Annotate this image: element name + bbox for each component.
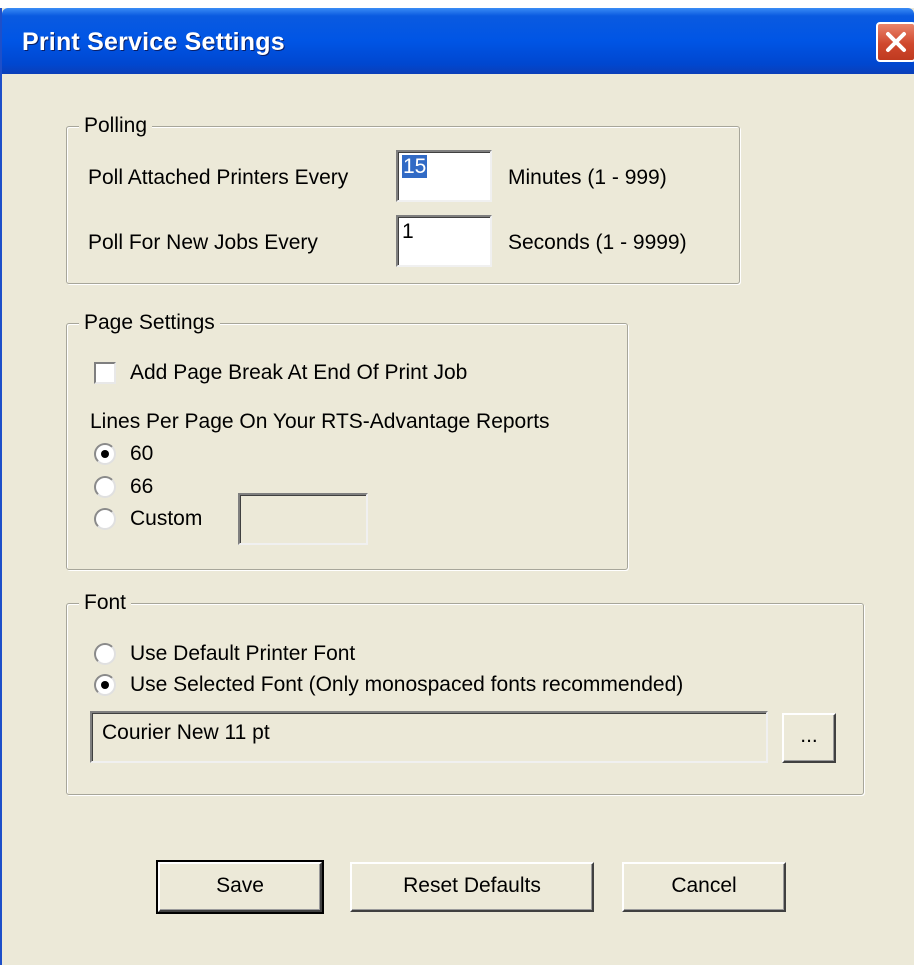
radio-66-label[interactable]: 66	[130, 474, 153, 500]
custom-lines-input[interactable]	[238, 493, 368, 545]
poll-jobs-units: Seconds (1 - 9999)	[508, 231, 687, 254]
poll-printers-input[interactable]: 15	[396, 150, 492, 202]
radio-selected-dot	[101, 450, 109, 458]
save-button-label: Save	[216, 874, 264, 897]
poll-printers-units: Minutes (1 - 999)	[508, 166, 667, 189]
selected-font-label[interactable]: Use Selected Font (Only monospaced fonts…	[130, 672, 683, 698]
cancel-button[interactable]: Cancel	[622, 862, 786, 912]
poll-printers-value: 15	[402, 155, 428, 178]
lines-per-page-label: Lines Per Page On Your RTS-Advantage Rep…	[90, 410, 550, 433]
page-settings-group-label: Page Settings	[79, 311, 220, 335]
reset-defaults-button-label: Reset Defaults	[403, 874, 541, 897]
page-break-checkbox[interactable]	[94, 362, 116, 384]
browse-font-button[interactable]: ...	[782, 713, 836, 763]
cancel-button-label: Cancel	[671, 874, 737, 897]
radio-custom[interactable]	[94, 508, 116, 530]
radio-66[interactable]	[94, 476, 116, 498]
radio-default-font[interactable]	[94, 643, 116, 665]
font-display-value: Courier New 11 pt	[102, 721, 270, 744]
radio-60-label[interactable]: 60	[130, 441, 153, 467]
polling-group-label: Polling	[79, 114, 153, 138]
font-display-field: Courier New 11 pt	[90, 711, 768, 763]
page-break-label[interactable]: Add Page Break At End Of Print Job	[130, 360, 467, 386]
reset-defaults-button[interactable]: Reset Defaults	[350, 862, 594, 912]
radio-selected-font[interactable]	[94, 674, 116, 696]
poll-jobs-value: 1	[402, 220, 414, 243]
font-group-label: Font	[79, 591, 132, 615]
browse-font-label: ...	[800, 724, 818, 747]
radio-custom-label[interactable]: Custom	[130, 506, 202, 532]
save-button[interactable]: Save	[156, 860, 324, 914]
poll-jobs-label: Poll For New Jobs Every	[88, 231, 318, 254]
window-title: Print Service Settings	[22, 28, 285, 56]
close-icon	[886, 32, 906, 52]
poll-printers-label: Poll Attached Printers Every	[88, 166, 349, 189]
default-font-label[interactable]: Use Default Printer Font	[130, 641, 355, 667]
radio-60[interactable]	[94, 443, 116, 465]
radio-selected-dot	[101, 681, 109, 689]
poll-jobs-input[interactable]: 1	[396, 215, 492, 267]
title-bar[interactable]: Print Service Settings	[2, 8, 914, 74]
print-service-settings-window: Print Service Settings Polling Poll Atta…	[0, 8, 914, 965]
close-button[interactable]	[876, 22, 914, 62]
font-group: Font	[66, 591, 864, 795]
